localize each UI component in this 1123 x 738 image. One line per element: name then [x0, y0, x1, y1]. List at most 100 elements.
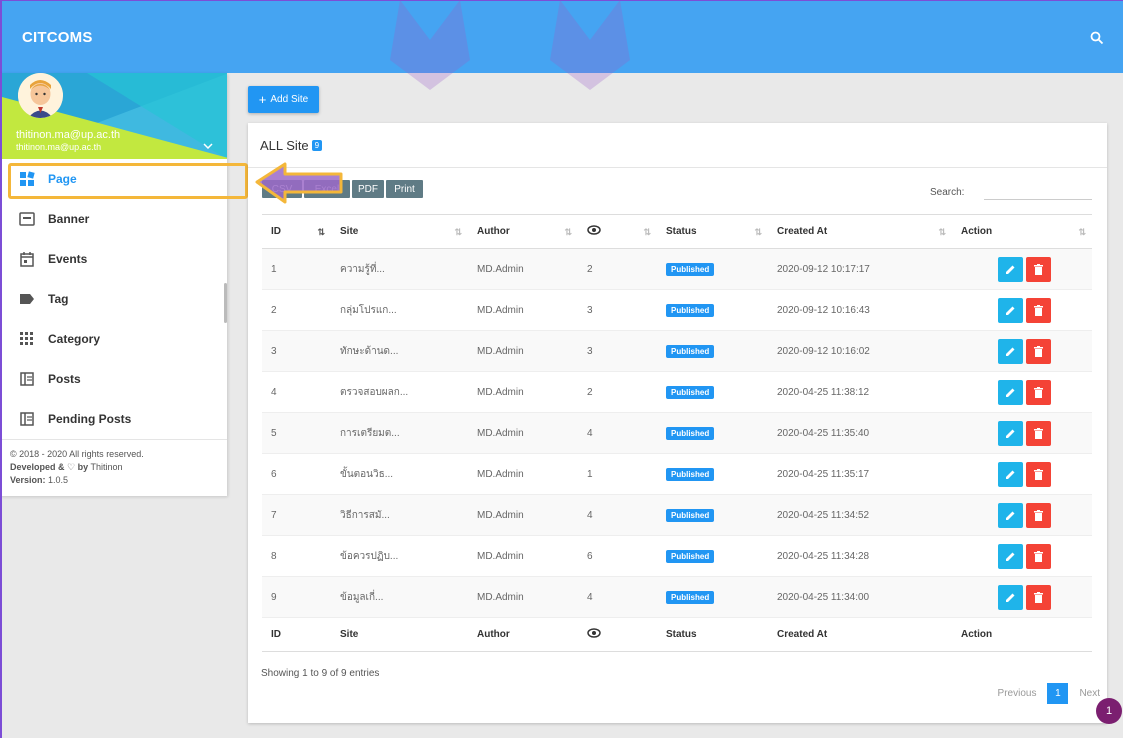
sidebar-scrollbar[interactable]: [224, 283, 227, 323]
pencil-icon: [1006, 511, 1015, 520]
footer-status: Status: [657, 617, 768, 652]
trash-icon: [1034, 427, 1043, 439]
entries-info: Showing 1 to 9 of 9 entries: [261, 668, 380, 679]
column-header-action[interactable]: Action ⇅: [952, 214, 1092, 249]
column-header-created-at[interactable]: Created At ⇅: [768, 214, 952, 249]
sidebar-item-pending-posts[interactable]: Pending Posts: [2, 399, 227, 439]
heart-icon: ♡: [67, 462, 76, 472]
delete-button[interactable]: [1026, 461, 1051, 487]
cell-site[interactable]: ข้อควรปฏิบ...: [331, 535, 468, 577]
version-info: Version: 1.0.5: [10, 475, 69, 485]
cell-author: MD.Admin: [468, 535, 578, 577]
trash-icon: [1034, 550, 1043, 562]
sidebar-item-tag[interactable]: Tag: [2, 279, 227, 319]
export-pdf-button[interactable]: PDF: [352, 180, 384, 198]
add-site-button[interactable]: + Add Site: [248, 86, 319, 113]
cell-created-at: 2020-04-25 11:35:40: [768, 412, 952, 454]
left-border-line: [0, 496, 2, 738]
cell-site[interactable]: วิธีการสมั...: [331, 494, 468, 536]
delete-button[interactable]: [1026, 256, 1051, 282]
delete-button[interactable]: [1026, 420, 1051, 446]
edit-button[interactable]: [998, 584, 1023, 610]
sidebar-item-posts[interactable]: Posts: [2, 359, 227, 399]
cell-id: 8: [262, 535, 331, 577]
cell-views: 4: [578, 494, 657, 536]
table-row: 2 กลุ่มโปรแก... MD.Admin 3 Published 2020-09-…: [262, 289, 1092, 331]
cell-id: 2: [262, 289, 331, 331]
column-header-id[interactable]: ID ⇅: [262, 214, 331, 249]
delete-button[interactable]: [1026, 338, 1051, 364]
pagination-previous[interactable]: Previous: [998, 688, 1037, 699]
footer-created-at: Created At: [768, 617, 952, 652]
cell-site[interactable]: กลุ่มโปรแก...: [331, 289, 468, 331]
sidebar-item-label: Events: [48, 252, 88, 266]
edit-button[interactable]: [998, 502, 1023, 528]
sidebar-item-label: Posts: [48, 372, 81, 386]
sidebar-item-banner[interactable]: Banner: [2, 199, 227, 239]
pencil-icon: [1006, 388, 1015, 397]
search-icon[interactable]: [1071, 1, 1123, 74]
delete-button[interactable]: [1026, 379, 1051, 405]
column-header-author[interactable]: Author ⇅: [468, 214, 578, 249]
cell-author: MD.Admin: [468, 494, 578, 536]
pencil-icon: [1006, 470, 1015, 479]
column-header-status[interactable]: Status ⇅: [657, 214, 768, 249]
cell-site[interactable]: ทักษะด้านด...: [331, 330, 468, 372]
sidebar-item-label: Pending Posts: [48, 412, 132, 426]
edit-button[interactable]: [998, 461, 1023, 487]
table-row: 6 ขั้นตอนวิธ... MD.Admin 1 Published 2020-04-…: [262, 453, 1092, 495]
cell-views: 2: [578, 248, 657, 290]
table-row: 8 ข้อควรปฏิบ... MD.Admin 6 Published 2020-04-…: [262, 535, 1092, 577]
column-header-views[interactable]: ⇅: [578, 214, 657, 249]
edit-button[interactable]: [998, 297, 1023, 323]
edit-button[interactable]: [998, 379, 1023, 405]
copyright-text: © 2018 - 2020 All rights reserved.: [10, 449, 144, 459]
edit-button[interactable]: [998, 543, 1023, 569]
sidebar-item-label: Tag: [48, 292, 69, 306]
cell-site[interactable]: การเตรียมต...: [331, 412, 468, 454]
pagination-page-1[interactable]: 1: [1047, 683, 1069, 704]
cell-created-at: 2020-04-25 11:34:52: [768, 494, 952, 536]
notification-count-badge[interactable]: 1: [1096, 698, 1122, 724]
cell-views: 3: [578, 330, 657, 372]
cell-views: 4: [578, 576, 657, 618]
chevron-down-icon[interactable]: [203, 141, 213, 152]
cell-author: MD.Admin: [468, 371, 578, 413]
cell-id: 9: [262, 576, 331, 618]
eye-icon: [587, 225, 601, 238]
edit-button[interactable]: [998, 420, 1023, 446]
delete-button[interactable]: [1026, 543, 1051, 569]
table-row: 9 ข้อมูลเกี่... MD.Admin 4 Published 2020-04-…: [262, 576, 1092, 618]
avatar[interactable]: [18, 73, 63, 118]
sort-icon: ⇅: [1078, 227, 1086, 237]
cell-author: MD.Admin: [468, 576, 578, 618]
sort-icon: ⇅: [754, 227, 762, 237]
delete-button[interactable]: [1026, 502, 1051, 528]
sidebar-item-events[interactable]: Events: [2, 239, 227, 279]
pagination-next[interactable]: Next: [1079, 688, 1100, 699]
delete-button[interactable]: [1026, 584, 1051, 610]
cell-site[interactable]: ข้อมูลเกี่...: [331, 576, 468, 618]
pencil-icon: [1006, 429, 1015, 438]
status-badge: Published: [666, 590, 715, 604]
cell-views: 3: [578, 289, 657, 331]
sidebar-item-category[interactable]: Category: [2, 319, 227, 359]
pencil-icon: [1006, 347, 1015, 356]
search-input[interactable]: [984, 199, 1092, 200]
export-excel-button[interactable]: Excel: [304, 180, 350, 198]
edit-button[interactable]: [998, 256, 1023, 282]
sort-asc-icon: ⇅: [317, 227, 325, 237]
cell-author: MD.Admin: [468, 330, 578, 372]
cell-site[interactable]: ตรวจสอบผลก...: [331, 371, 468, 413]
delete-button[interactable]: [1026, 297, 1051, 323]
column-header-site[interactable]: Site ⇅: [331, 214, 468, 249]
trash-icon: [1034, 591, 1043, 603]
export-csv-button[interactable]: CSV: [262, 180, 302, 198]
plus-icon: +: [258, 92, 267, 107]
pencil-icon: [1006, 552, 1015, 561]
print-button[interactable]: Print: [386, 180, 423, 198]
edit-button[interactable]: [998, 338, 1023, 364]
cell-site[interactable]: ขั้นตอนวิธ...: [331, 453, 468, 495]
brand-title[interactable]: CITCOMS: [22, 29, 93, 46]
cell-site[interactable]: ความรู้ที่...: [331, 248, 468, 290]
